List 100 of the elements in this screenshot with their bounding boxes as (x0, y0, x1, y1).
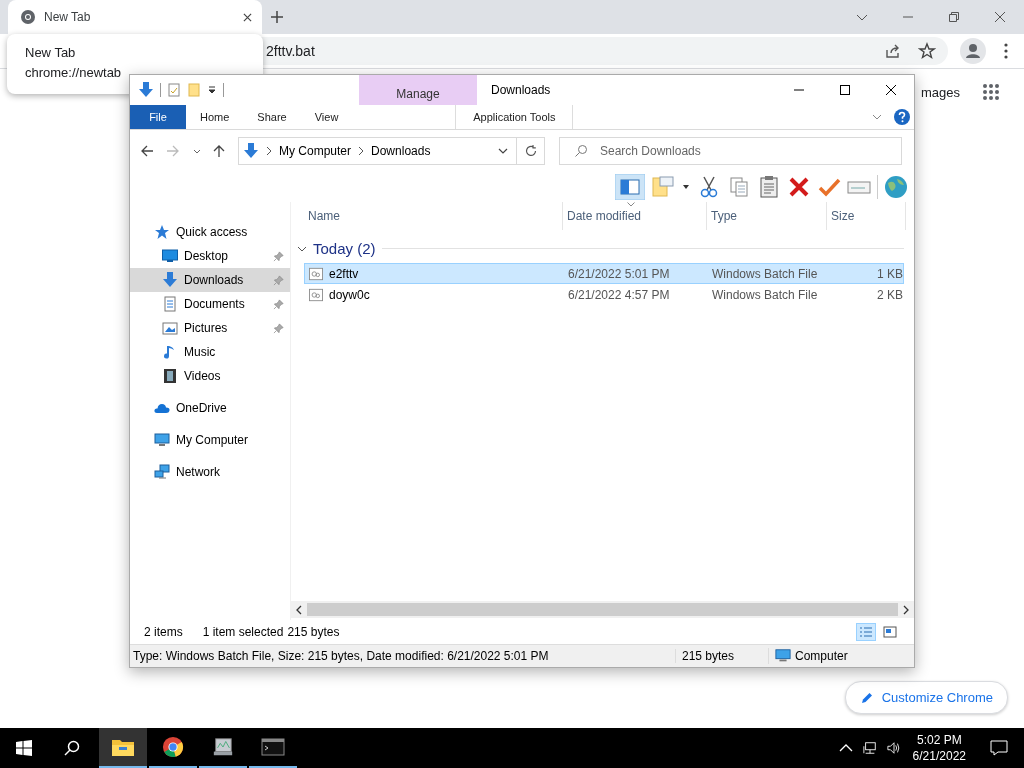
delete-icon[interactable] (787, 175, 811, 199)
chevron-right-icon[interactable] (265, 146, 273, 156)
batch-file-icon (309, 266, 323, 281)
refresh-icon (523, 144, 538, 158)
sort-indicator-icon (627, 202, 635, 207)
file-name: doyw0c (329, 287, 370, 302)
file-tab[interactable]: File (130, 105, 186, 129)
apps-grid-icon[interactable] (982, 83, 1000, 101)
customize-chrome-button[interactable]: Customize Chrome (844, 681, 1008, 714)
breadcrumb-item[interactable]: Downloads (371, 144, 431, 158)
profile-icon[interactable] (960, 38, 986, 64)
location-label: Computer (795, 649, 848, 663)
file-row[interactable]: e2fttv 6/21/2022 5:01 PM Windows Batch File 1 KB (304, 263, 904, 284)
size-cell-text: 2 KB (876, 287, 904, 302)
sidebar-item[interactable]: Music (130, 340, 290, 364)
sidebar-item[interactable]: Documents (130, 292, 290, 316)
sidebar-item[interactable]: Pictures (130, 316, 290, 340)
date-cell-text: 6/21/2022 4:57 PM (567, 287, 671, 302)
pin-icon[interactable] (273, 298, 284, 310)
up-arrow-icon[interactable] (212, 144, 226, 158)
document-icon (162, 296, 178, 312)
address-field[interactable]: My Computer Downloads (238, 137, 517, 165)
chrome-icon (161, 736, 185, 758)
column-header[interactable]: Type (707, 202, 827, 230)
search-input[interactable]: Search Downloads (598, 143, 901, 159)
help-icon[interactable] (894, 109, 910, 125)
column-header[interactable]: Size (827, 202, 906, 230)
breadcrumb-item[interactable]: My Computer (279, 144, 352, 158)
search-field[interactable]: Search Downloads (559, 137, 902, 165)
tooltip-url: chrome://newtab (25, 65, 123, 80)
pin-icon[interactable] (273, 250, 284, 262)
size-cell-text: 1 KB (876, 266, 904, 281)
search-icon[interactable] (64, 740, 80, 756)
computer-icon (775, 648, 791, 664)
console-icon (261, 736, 285, 758)
download-icon (162, 272, 178, 288)
share-icon[interactable] (884, 42, 902, 60)
sidebar-item[interactable]: My Computer (130, 428, 290, 452)
details-view-icon (859, 626, 873, 638)
customize-caret-icon[interactable] (207, 85, 217, 95)
close-icon[interactable] (243, 12, 252, 22)
sidebar-item[interactable]: Desktop (130, 244, 290, 268)
file-row[interactable]: doyw0c 6/21/2022 4:57 PM Windows Batch File 2 KB (304, 284, 904, 305)
menu-icon[interactable] (1004, 43, 1008, 59)
scroll-left-icon[interactable] (295, 604, 303, 615)
paste-icon[interactable] (757, 175, 781, 199)
selection-size: 215 bytes (287, 625, 340, 639)
scroll-right-icon[interactable] (902, 604, 910, 615)
column-header[interactable]: Date modified (563, 202, 707, 230)
speaker-icon[interactable] (886, 741, 901, 755)
globe-icon[interactable] (884, 175, 908, 199)
notification-icon[interactable] (990, 740, 1008, 756)
browser-tab[interactable]: New Tab (8, 0, 262, 34)
search-icon (574, 144, 588, 158)
sidebar-item[interactable]: Quick access (130, 220, 290, 244)
file-explorer-taskbar-button[interactable] (99, 728, 147, 768)
manage-tab-header: Manage (359, 75, 477, 105)
picture-icon (162, 320, 178, 336)
sidebar-item[interactable]: Videos (130, 364, 290, 388)
network-icon (154, 464, 170, 480)
horizontal-scrollbar[interactable] (291, 601, 914, 618)
video-icon (162, 368, 178, 384)
item-count: 2 items (144, 625, 183, 639)
batch-file-icon (309, 287, 323, 302)
sidebar-item[interactable]: Downloads (130, 268, 290, 292)
maximize-icon[interactable] (839, 84, 851, 96)
tiles-view-button[interactable] (880, 623, 900, 641)
window-title: Downloads (491, 83, 551, 97)
chevron-right-icon[interactable] (357, 146, 366, 156)
type-cell-text: Windows Batch File (711, 266, 819, 281)
sidebar-item[interactable]: Network (130, 460, 290, 484)
network-icon[interactable] (862, 741, 877, 755)
images-link[interactable]: mages (920, 84, 960, 100)
application-tools-tab[interactable]: Application Tools (455, 105, 574, 129)
scrollbar-thumb[interactable] (307, 603, 898, 616)
details-text: Type: Windows Batch File, Size: 215 bytes, Date modified: 6/21/2022 5:01 PM (133, 649, 550, 663)
clock-time[interactable]: 5:02 PM (916, 732, 962, 748)
clock-date[interactable]: 6/21/2022 (912, 748, 966, 764)
download-arrow-icon (138, 82, 154, 98)
column-header[interactable]: Name (304, 202, 563, 230)
details-size: 215 bytes (675, 649, 768, 663)
star-icon (154, 224, 170, 240)
star-icon[interactable] (918, 42, 936, 60)
chevron-down-icon[interactable] (498, 146, 508, 156)
sidebar-item[interactable]: OneDrive (130, 396, 290, 420)
date-cell-text: 6/21/2022 5:01 PM (567, 266, 671, 281)
monitor-icon (211, 736, 235, 758)
pin-icon[interactable] (273, 322, 284, 334)
close-icon[interactable] (885, 84, 897, 96)
restore-icon[interactable] (948, 11, 960, 23)
new-tab-icon[interactable] (271, 11, 283, 23)
windows-start-icon[interactable] (16, 740, 32, 756)
selection-count: 1 item selected (202, 625, 284, 639)
back-arrow-icon[interactable] (140, 144, 154, 158)
desktop-icon (162, 248, 178, 264)
chrome-icon (20, 9, 36, 25)
type-cell-text: Windows Batch File (711, 287, 819, 302)
preview-pane-icon[interactable] (615, 174, 645, 200)
group-header[interactable]: Today (2) (291, 230, 914, 263)
refresh-button[interactable] (517, 137, 545, 165)
